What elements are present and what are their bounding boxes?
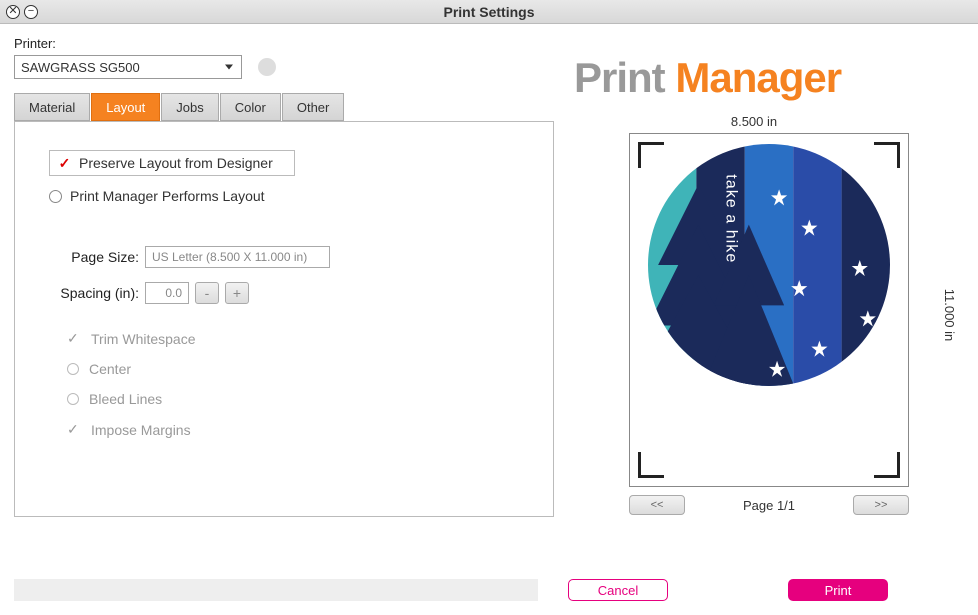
title-bar: ✕ − Print Settings bbox=[0, 0, 978, 24]
check-icon: ✓ bbox=[67, 330, 81, 347]
bleed-lines-option: Bleed Lines bbox=[67, 391, 519, 407]
crop-mark-icon bbox=[874, 142, 900, 168]
radio-icon bbox=[49, 190, 62, 203]
tab-jobs[interactable]: Jobs bbox=[161, 93, 218, 121]
preserve-layout-label: Preserve Layout from Designer bbox=[79, 155, 273, 171]
check-icon: ✓ bbox=[67, 421, 81, 438]
spacing-decrement-button[interactable]: - bbox=[195, 282, 219, 304]
spacing-label: Spacing (in): bbox=[49, 285, 139, 301]
tabs: Material Layout Jobs Color Other bbox=[14, 93, 554, 121]
layout-panel: ✓ Preserve Layout from Designer Print Ma… bbox=[14, 121, 554, 517]
page-size-value: US Letter (8.500 X 11.000 in) bbox=[152, 250, 307, 264]
page-size-input[interactable]: US Letter (8.500 X 11.000 in) bbox=[145, 246, 330, 268]
center-option: Center bbox=[67, 361, 519, 377]
preserve-layout-option[interactable]: ✓ Preserve Layout from Designer bbox=[49, 150, 295, 176]
preview-height-label: 11.000 in bbox=[942, 288, 957, 341]
preview-width-label: 8.500 in bbox=[574, 114, 964, 129]
spacing-input[interactable] bbox=[145, 282, 189, 304]
page-size-label: Page Size: bbox=[49, 249, 139, 265]
next-page-button[interactable]: >> bbox=[853, 495, 909, 515]
page-indicator: Page 1/1 bbox=[743, 498, 795, 513]
tab-color[interactable]: Color bbox=[220, 93, 281, 121]
trim-whitespace-label: Trim Whitespace bbox=[91, 331, 196, 347]
window-title: Print Settings bbox=[443, 4, 534, 20]
pm-performs-layout-label: Print Manager Performs Layout bbox=[70, 188, 265, 204]
crop-mark-icon bbox=[638, 452, 664, 478]
printer-status-indicator bbox=[258, 58, 276, 76]
cancel-button[interactable]: Cancel bbox=[568, 579, 668, 601]
printer-select[interactable]: SAWGRASS SG500 bbox=[14, 55, 242, 79]
tab-material[interactable]: Material bbox=[14, 93, 90, 121]
crop-mark-icon bbox=[874, 452, 900, 478]
impose-margins-option: ✓ Impose Margins bbox=[67, 421, 519, 438]
printer-label: Printer: bbox=[14, 36, 554, 51]
minimize-window-icon[interactable]: − bbox=[24, 5, 38, 19]
radio-icon bbox=[67, 363, 79, 375]
close-window-icon[interactable]: ✕ bbox=[6, 5, 20, 19]
radio-icon bbox=[67, 393, 79, 405]
printer-selected-value: SAWGRASS SG500 bbox=[21, 60, 140, 75]
svg-text:take a hike: take a hike bbox=[723, 174, 741, 263]
preview-artwork: take a hike bbox=[648, 144, 890, 386]
brand-word-2: Manager bbox=[675, 54, 841, 101]
tab-layout[interactable]: Layout bbox=[91, 93, 160, 121]
print-button[interactable]: Print bbox=[788, 579, 888, 601]
status-bar bbox=[14, 579, 538, 601]
pm-performs-layout-option[interactable]: Print Manager Performs Layout bbox=[49, 188, 519, 204]
crop-mark-icon bbox=[638, 142, 664, 168]
impose-margins-label: Impose Margins bbox=[91, 422, 191, 438]
spacing-increment-button[interactable]: + bbox=[225, 282, 249, 304]
brand-word-1: Print bbox=[574, 54, 675, 101]
preview-page: take a hike bbox=[629, 133, 909, 487]
trim-whitespace-option: ✓ Trim Whitespace bbox=[67, 330, 519, 347]
center-label: Center bbox=[89, 361, 131, 377]
preview-area: 8.500 in 11.000 in bbox=[574, 114, 964, 515]
check-icon: ✓ bbox=[58, 157, 71, 170]
tab-other[interactable]: Other bbox=[282, 93, 345, 121]
bleed-lines-label: Bleed Lines bbox=[89, 391, 162, 407]
prev-page-button[interactable]: << bbox=[629, 495, 685, 515]
brand-logo: Print Manager bbox=[574, 54, 964, 102]
